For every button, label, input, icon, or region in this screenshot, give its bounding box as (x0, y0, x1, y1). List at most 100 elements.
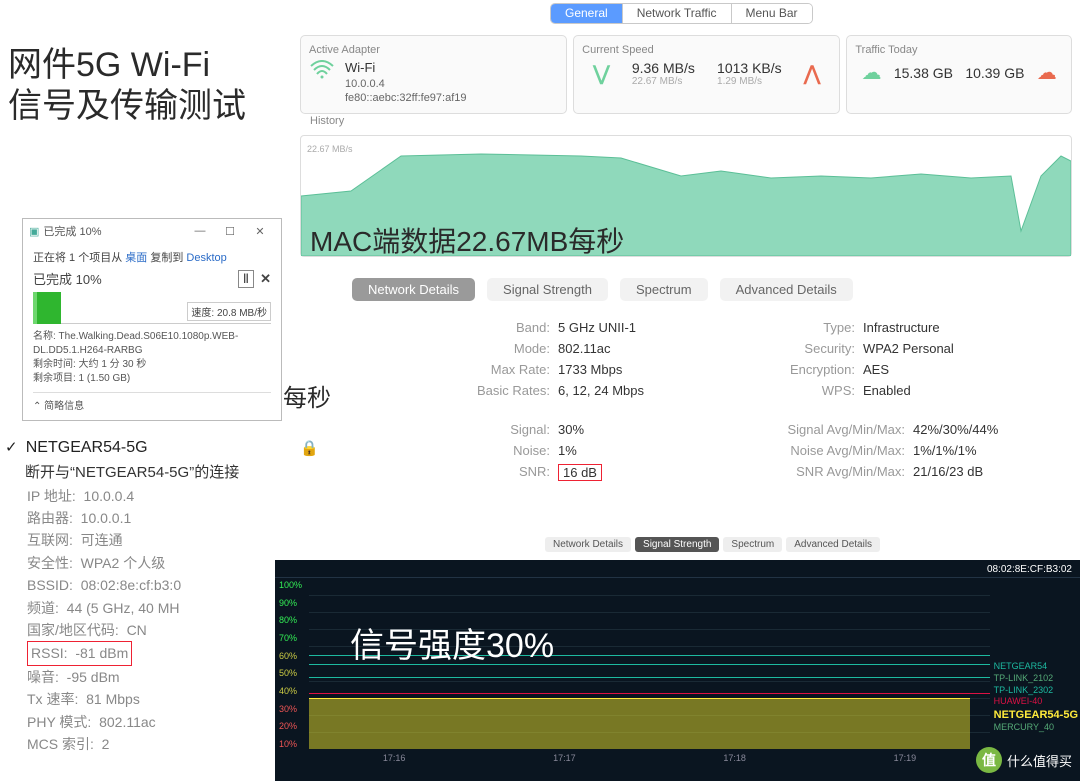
mode-value: 802.11ac (558, 341, 611, 356)
tab-network-traffic[interactable]: Network Traffic (623, 4, 732, 23)
encryption-value: AES (863, 362, 889, 377)
wifi-info-panel: ✓ NETGEAR54-5G 🔒 断开与“NETGEAR54-5G”的连接 IP… (5, 435, 239, 755)
copy-dst-link[interactable]: Desktop (186, 252, 226, 264)
speed-title: Current Speed (582, 44, 831, 56)
kv-tx-l: Tx 速率: (27, 691, 78, 707)
band-label: Band: (450, 320, 550, 335)
lock-icon: 🔒 (300, 437, 319, 461)
kv-chan: 44 (5 GHz, 40 MH (67, 600, 180, 616)
collapse-icon[interactable]: ⌃ (33, 401, 41, 412)
kv-sec: WPA2 个人级 (81, 555, 166, 571)
footer-label[interactable]: 简略信息 (44, 401, 84, 412)
small-tab-sp[interactable]: Spectrum (723, 537, 782, 552)
watermark: 值 什么值得买 (976, 747, 1072, 773)
tab-network-details[interactable]: Network Details (352, 278, 475, 301)
kv-ip-l: IP 地址: (27, 488, 76, 504)
mode-label: Mode: (450, 341, 550, 356)
kv-noise-l: 噪音: (27, 669, 59, 685)
kv-phy-l: PHY 模式: (27, 714, 91, 730)
signal-strength-chart: 08:02:8E:CF:B3:02 100%90%80%70%60%50%40%… (275, 560, 1080, 781)
legend-item: TP-LINK_2302 (994, 685, 1078, 697)
dialog-icon: ▣ (29, 225, 39, 238)
disconnect-link[interactable]: 断开与“NETGEAR54-5G”的连接 (25, 461, 239, 485)
cloud-up-icon: ☁ (1037, 60, 1057, 85)
time-remaining: 剩余时间: 大约 1 分 30 秒 (33, 358, 271, 372)
legend-item: MERCURY_40 (994, 722, 1078, 734)
signalavg-value: 42%/30%/44% (913, 422, 998, 437)
annotation-signal: 信号强度30% (350, 618, 554, 667)
top-tab-bar: General Network Traffic Menu Bar (550, 3, 813, 24)
basicrates-value: 6, 12, 24 Mbps (558, 383, 644, 398)
small-tab-ad[interactable]: Advanced Details (786, 537, 880, 552)
tab-menu-bar[interactable]: Menu Bar (732, 4, 812, 23)
pause-button[interactable]: Ⅱ (238, 270, 254, 288)
snr-value: 16 dB (558, 464, 602, 481)
kv-mcs-l: MCS 索引: (27, 736, 94, 752)
close-button[interactable]: ✕ (245, 225, 275, 238)
series-netgear54-5g (309, 698, 970, 749)
history-label: History (310, 115, 344, 127)
traffic-today-card: Traffic Today ☁ 15.38 GB 10.39 GB ☁ (846, 35, 1072, 114)
wps-value: Enabled (863, 383, 911, 398)
ssid-label[interactable]: NETGEAR54-5G (26, 439, 148, 456)
legend-item-main: NETGEAR54-5G (994, 708, 1078, 722)
tab-advanced-details[interactable]: Advanced Details (720, 278, 853, 301)
small-tab-nd[interactable]: Network Details (545, 537, 631, 552)
tab-signal-strength[interactable]: Signal Strength (487, 278, 608, 301)
adapter-ip: 10.0.0.4 (345, 77, 467, 91)
maximize-button[interactable]: ☐ (215, 225, 245, 238)
kv-ip: 10.0.0.4 (84, 488, 135, 504)
speed-up: 1013 KB/s (717, 60, 782, 76)
kv-bssid-l: BSSID: (27, 577, 73, 593)
watermark-icon: 值 (976, 747, 1002, 773)
signal-value: 30% (558, 422, 584, 437)
kv-router: 10.0.0.1 (81, 510, 132, 526)
basicrates-label: Basic Rates: (450, 383, 550, 398)
signal-label: Signal: (450, 422, 550, 437)
status-cards-row: Active Adapter Wi-Fi 10.0.0.4 fe80::aebc… (300, 35, 1072, 114)
kv-inet-l: 互联网: (27, 532, 73, 548)
speed-down-sub: 22.67 MB/s (632, 76, 695, 87)
chart-legend: NETGEAR54 TP-LINK_2102 TP-LINK_2302 HUAW… (994, 661, 1078, 734)
current-speed-card: Current Speed ⋁ 9.36 MB/s 22.67 MB/s 101… (573, 35, 840, 114)
band-value: 5 GHz UNII-1 (558, 320, 636, 335)
kv-inet: 可连通 (81, 532, 123, 548)
traffic-title: Traffic Today (855, 44, 1063, 56)
annotation-mac: MAC端数据22.67MB每秒 (310, 220, 624, 260)
tab-spectrum[interactable]: Spectrum (620, 278, 708, 301)
noise-label: Noise: (450, 443, 550, 458)
wps-label: WPS: (755, 383, 855, 398)
small-tab-bar: Network Details Signal Strength Spectrum… (545, 537, 880, 552)
tab-general[interactable]: General (551, 4, 623, 23)
traffic-up: 10.39 GB (965, 65, 1024, 81)
kv-router-l: 路由器: (27, 510, 73, 526)
adapter-mac: fe80::aebc:32ff:fe97:af19 (345, 91, 467, 105)
cancel-button[interactable]: ✕ (260, 271, 271, 287)
wifi-icon (309, 60, 335, 86)
kv-chan-l: 频道: (27, 600, 59, 616)
signalavg-label: Signal Avg/Min/Max: (755, 422, 905, 437)
active-adapter-card: Active Adapter Wi-Fi 10.0.0.4 fe80::aebc… (300, 35, 567, 114)
file-name: 名称: The.Walking.Dead.S06E10.1080p.WEB-DL… (33, 330, 271, 358)
kv-country-l: 国家/地区代码: (27, 622, 119, 638)
snravg-label: SNR Avg/Min/Max: (755, 464, 905, 481)
noise-value: 1% (558, 443, 577, 458)
copy-text-a: 正在将 1 个项目从 (33, 252, 125, 264)
snravg-value: 21/16/23 dB (913, 464, 983, 481)
small-tab-ss[interactable]: Signal Strength (635, 537, 719, 552)
copy-src-link[interactable]: 桌面 (125, 252, 147, 264)
history-y-value: 22.67 MB/s (307, 144, 353, 154)
detail-tab-bar: Network Details Signal Strength Spectrum… (352, 278, 853, 301)
kv-sec-l: 安全性: (27, 555, 73, 571)
chart-header-bssid: 08:02:8E:CF:B3:02 (275, 560, 1080, 578)
speed-up-sub: 1.29 MB/s (717, 76, 782, 87)
minimize-button[interactable]: — (185, 225, 215, 237)
percent-label: 已完成 10% (33, 269, 102, 288)
kv-rssi-l: RSSI: (31, 645, 68, 661)
items-remaining: 剩余项目: 1 (1.50 GB) (33, 372, 271, 386)
watermark-text: 什么值得买 (1007, 751, 1072, 770)
kv-phy: 802.11ac (99, 714, 156, 730)
network-details: Band:5 GHz UNII-1 Type:Infrastructure Mo… (450, 320, 1060, 487)
progress-bar: 速度: 20.8 MB/秒 (33, 292, 271, 324)
arrow-down-icon: ⋁ (593, 61, 609, 86)
